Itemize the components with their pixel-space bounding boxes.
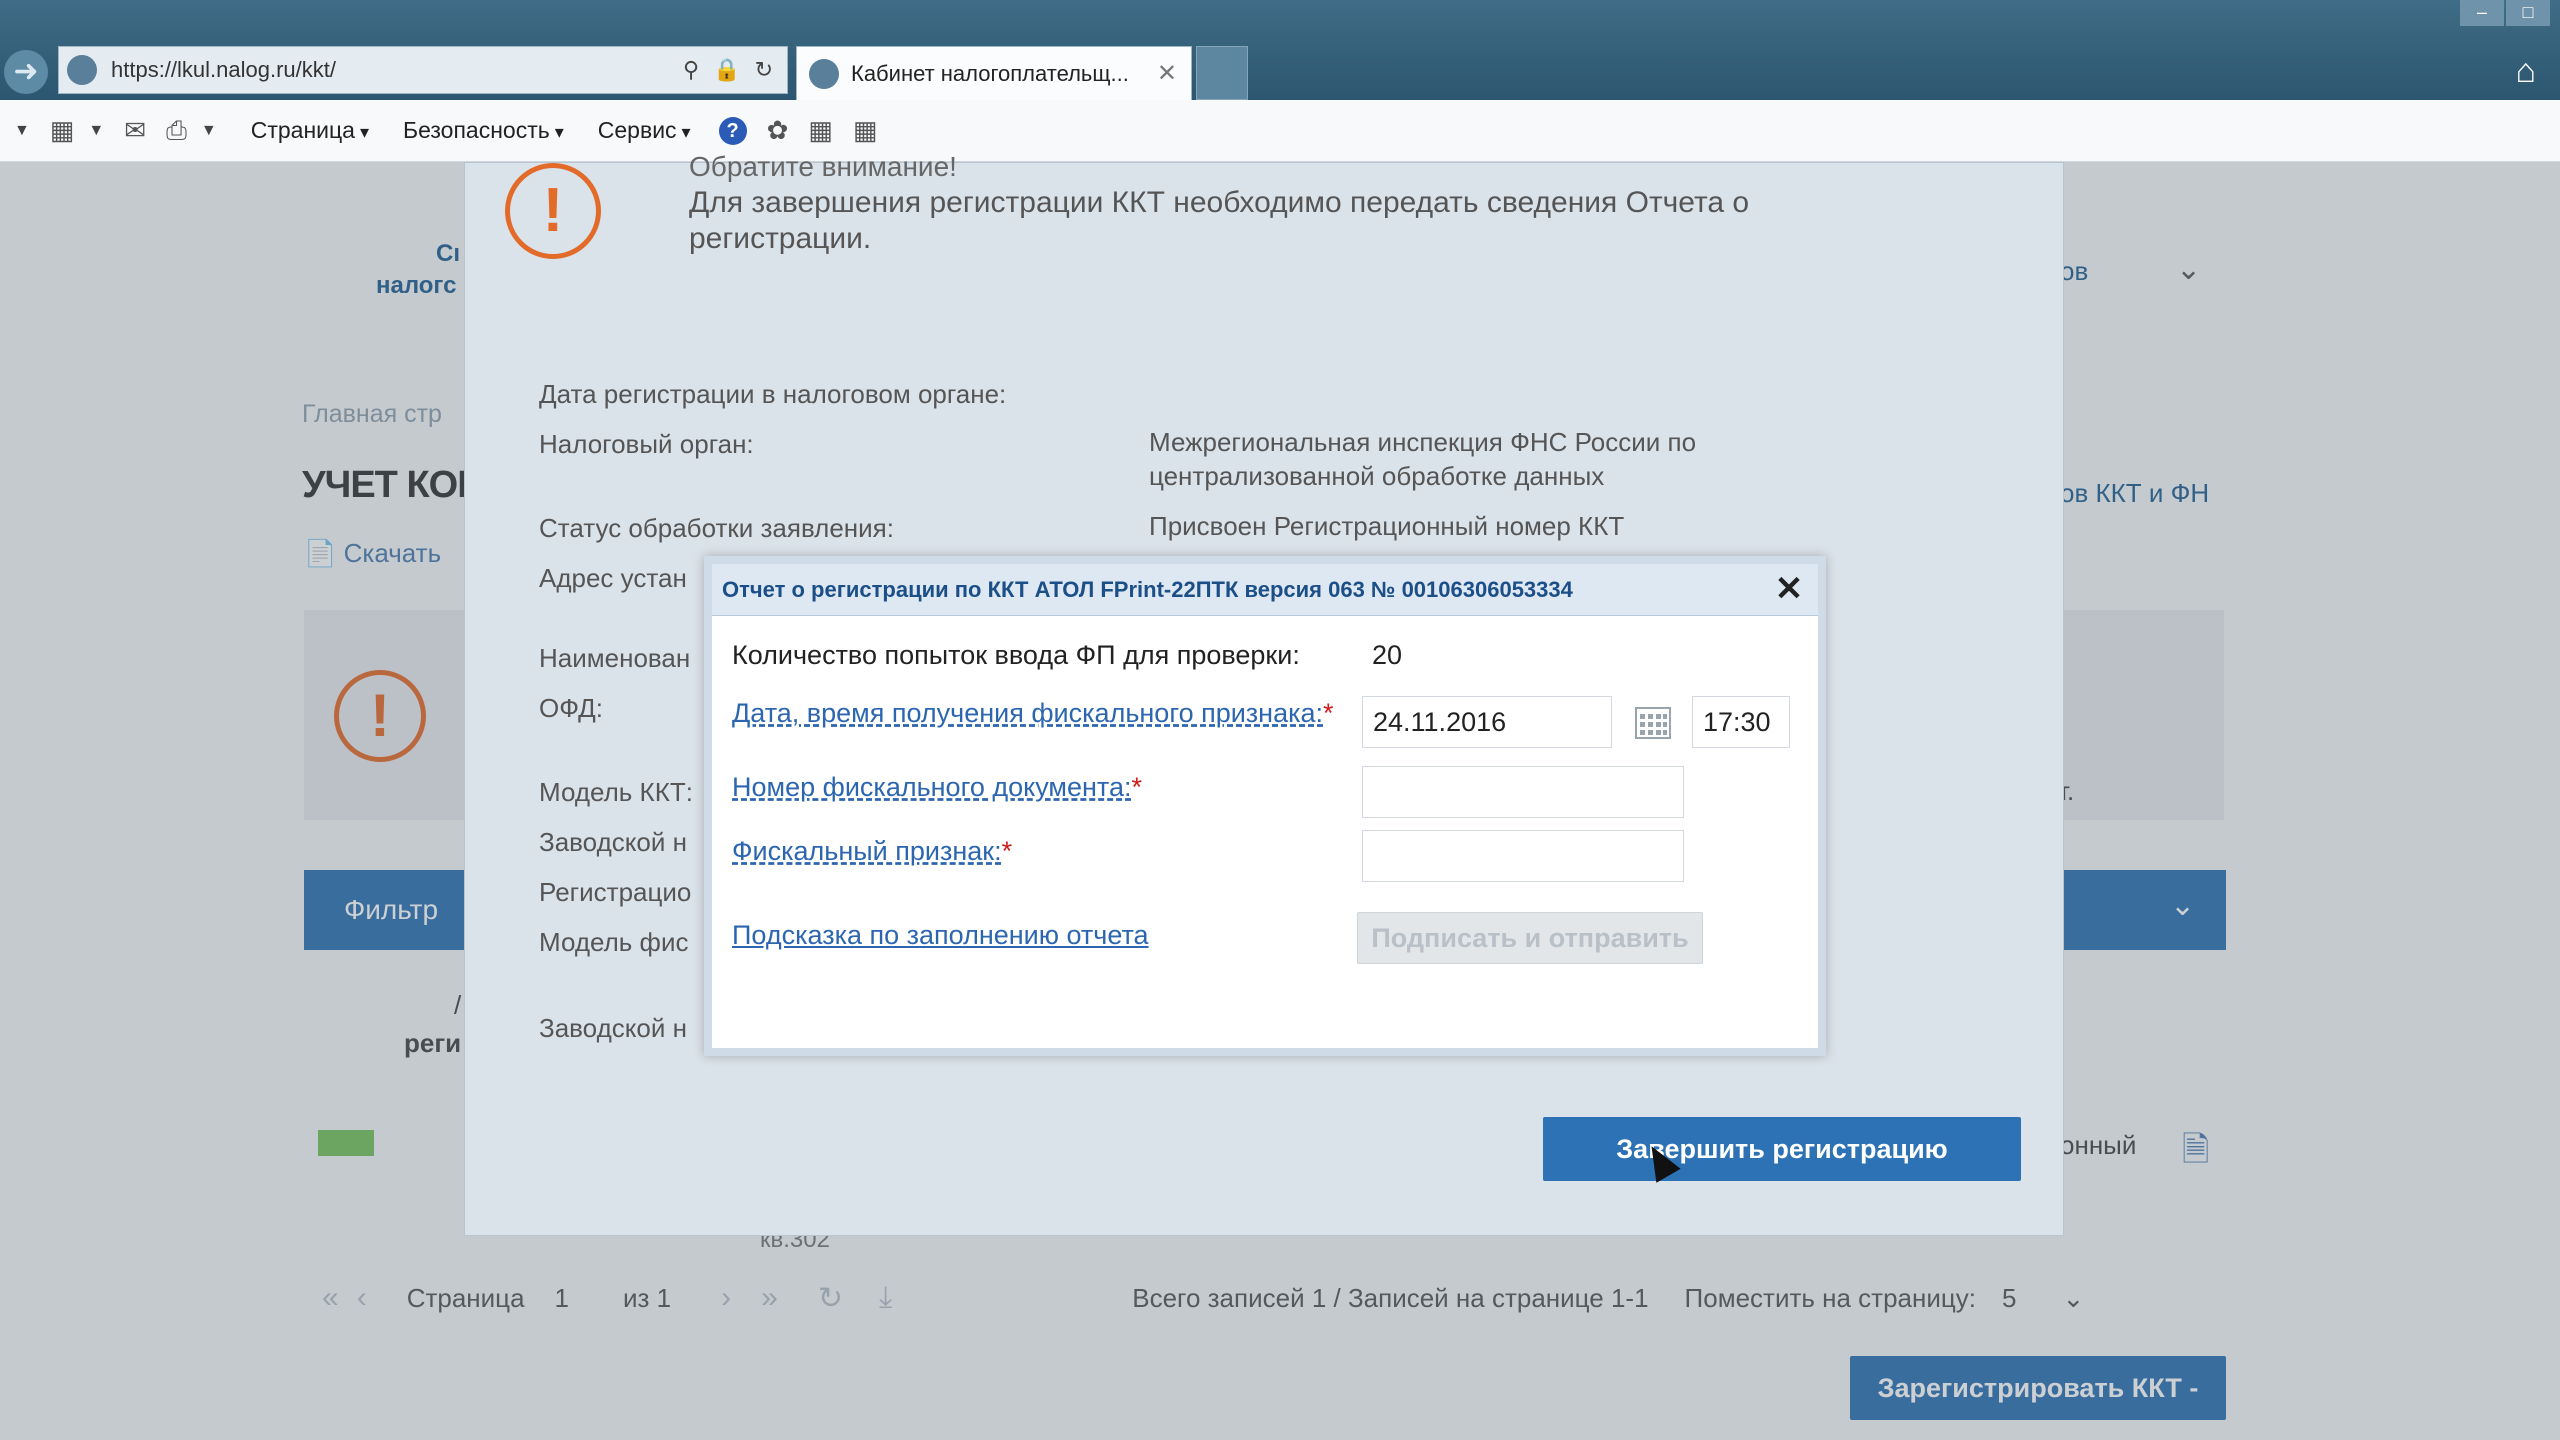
doc-number-input[interactable] xyxy=(1362,766,1684,818)
tab-title[interactable]: Кабинет налогоплательщ... xyxy=(851,61,1157,87)
home-icon[interactable]: ⌂ xyxy=(2515,52,2536,91)
extension-icon[interactable]: ✿ xyxy=(767,115,789,146)
dropdown-arrow-icon[interactable]: ▼ xyxy=(88,122,104,140)
dropdown-arrow-icon[interactable]: ▼ xyxy=(14,122,30,140)
required-asterisk: * xyxy=(1131,772,1143,802)
search-icon[interactable]: ⚲ xyxy=(683,57,699,83)
menu-security[interactable]: Безопасность xyxy=(403,117,564,144)
translate-icon[interactable]: ▦ xyxy=(853,115,878,146)
field-label: Наименован xyxy=(539,643,691,673)
calendar-icon[interactable] xyxy=(1632,702,1674,744)
browser-titlebar: ➜ https://lkul.nalog.ru/kkt/ ⚲ 🔒 ↻ Кабин… xyxy=(0,0,2560,100)
field-label: Заводской н xyxy=(539,827,687,857)
notice-heading: Обратите внимание! xyxy=(689,151,957,182)
doc-number-label-link[interactable]: Номер фискального документа: xyxy=(732,772,1132,802)
print-icon[interactable]: ⎙ xyxy=(166,115,187,147)
close-icon[interactable]: ✕ xyxy=(1768,568,1810,610)
notice-text: Для завершения регистрации ККТ необходим… xyxy=(689,186,1750,255)
datetime-label[interactable]: Дата, время получения фискального призна… xyxy=(732,698,1334,729)
sign-and-send-button[interactable]: Подписать и отправить xyxy=(1357,912,1703,964)
attempts-value: 20 xyxy=(1372,640,1403,670)
datetime-label-link[interactable]: Дата, время получения фискального призна… xyxy=(732,698,1323,728)
required-asterisk: * xyxy=(1323,698,1334,728)
refresh-icon[interactable]: ↻ xyxy=(755,57,773,83)
finish-registration-button[interactable]: Завершить регистрацию xyxy=(1543,1117,2021,1181)
lock-icon[interactable]: 🔒 xyxy=(713,57,740,83)
field-label: Дата регистрации в налоговом органе: xyxy=(539,379,1007,409)
help-icon[interactable]: ? xyxy=(718,116,747,145)
field-label: Статус обработки заявления: xyxy=(539,513,894,543)
registration-report-dialog: Отчет о регистрации по ККТ АТОЛ FPrint-2… xyxy=(704,556,1826,1056)
field-label: ОФД: xyxy=(539,693,603,723)
rss-icon[interactable]: ▦ xyxy=(50,115,75,146)
dialog-title: Отчет о регистрации по ККТ АТОЛ FPrint-2… xyxy=(722,577,1573,602)
tab-close-icon[interactable]: ✕ xyxy=(1157,59,1177,88)
site-icon xyxy=(67,55,97,85)
time-field[interactable]: 17:30 xyxy=(1692,696,1790,748)
field-label: Регистрацио xyxy=(539,877,692,907)
new-tab-button[interactable] xyxy=(1196,46,1248,100)
maximize-icon[interactable]: □ xyxy=(2506,0,2550,26)
fiscal-sign-label-link[interactable]: Фискальный признак: xyxy=(732,836,1002,866)
menu-page[interactable]: Страница xyxy=(251,117,369,144)
fiscal-sign-input[interactable] xyxy=(1362,830,1684,882)
field-label: Заводской н xyxy=(539,1013,687,1043)
url-text[interactable]: https://lkul.nalog.ru/kkt/ xyxy=(111,57,683,83)
attempts-label: Количество попыток ввода ФП для проверки… xyxy=(732,640,1300,670)
field-label: Адрес устан xyxy=(539,563,687,593)
hint-link-text[interactable]: Подсказка по заполнению отчета xyxy=(732,920,1149,950)
tab-site-icon xyxy=(809,58,839,89)
field-label: Модель ККТ: xyxy=(539,777,693,807)
fiscal-sign-label[interactable]: Фискальный признак:* xyxy=(732,836,1012,867)
field-label: Налоговый орган: xyxy=(539,429,754,459)
research-icon[interactable]: ▦ xyxy=(808,115,833,146)
address-bar[interactable]: https://lkul.nalog.ru/kkt/ ⚲ 🔒 ↻ xyxy=(58,46,788,94)
date-field[interactable]: 24.11.2016 xyxy=(1362,696,1612,748)
command-bar: ▼ ▦ ▼ ✉ ⎙ ▼ Страница Безопасность Сервис… xyxy=(0,100,2560,162)
window-controls: – □ xyxy=(2460,0,2550,26)
browser-tab[interactable]: Кабинет налогоплательщ... ✕ xyxy=(796,46,1192,100)
minimize-icon[interactable]: – xyxy=(2460,0,2504,26)
field-label: Модель фис xyxy=(539,927,689,957)
menu-tools[interactable]: Сервис xyxy=(598,117,691,144)
warning-icon: ! xyxy=(505,163,601,259)
mail-icon[interactable]: ✉ xyxy=(124,115,146,146)
dropdown-arrow-icon[interactable]: ▼ xyxy=(201,122,217,140)
dialog-header: Отчет о регистрации по ККТ АТОЛ FPrint-2… xyxy=(712,564,1818,616)
hint-link[interactable]: Подсказка по заполнению отчета xyxy=(732,920,1149,951)
field-value: Межрегиональная инспекция ФНС России по … xyxy=(1149,427,1697,491)
back-arrow-icon[interactable]: ➜ xyxy=(4,50,48,94)
field-value: Присвоен Регистрационный номер ККТ xyxy=(1149,511,1625,541)
doc-number-label[interactable]: Номер фискального документа:* xyxy=(732,772,1142,803)
required-asterisk: * xyxy=(1001,836,1013,866)
